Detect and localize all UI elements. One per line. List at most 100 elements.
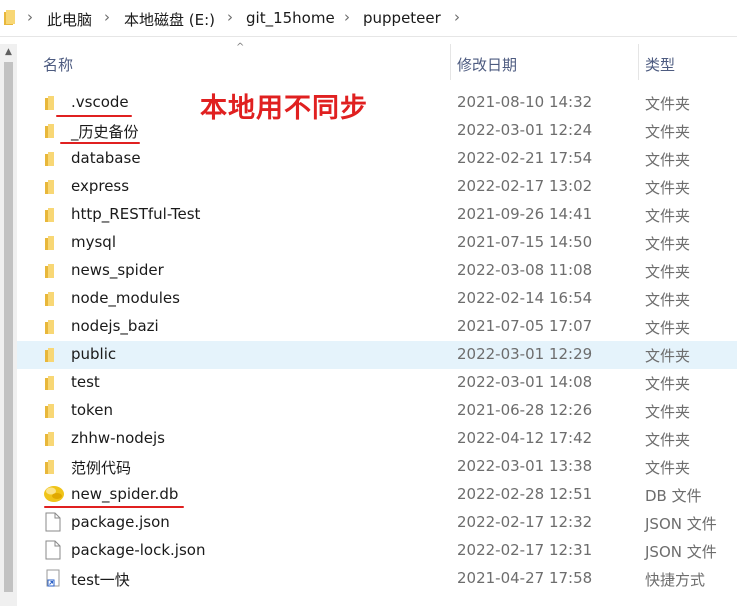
file-name[interactable]: node_modules [71, 289, 180, 307]
breadcrumb-drive[interactable]: 本地磁盘 (E:) [124, 9, 215, 30]
file-row[interactable]: 范例代码 2022-03-01 13:38 文件夹 [17, 453, 737, 481]
file-modified-date: 2022-02-17 12:32 [457, 513, 593, 531]
file-row[interactable]: .vscode 2021-08-10 14:32 文件夹 [17, 89, 737, 117]
file-modified-date: 2022-02-28 12:51 [457, 485, 593, 503]
file-type: 文件夹 [645, 95, 691, 113]
file-row[interactable]: _历史备份 2022-03-01 12:24 文件夹 [17, 117, 737, 145]
file-type: 文件夹 [645, 403, 691, 421]
file-type: 文件夹 [645, 347, 691, 365]
sort-ascending-icon: ^ [236, 42, 245, 53]
file-name[interactable]: nodejs_bazi [71, 317, 159, 335]
annotation-underline [56, 115, 132, 117]
file-name[interactable]: public [71, 345, 116, 363]
file-row[interactable]: express 2022-02-17 13:02 文件夹 [17, 173, 737, 201]
file-modified-date: 2021-06-28 12:26 [457, 401, 593, 419]
breadcrumb-git-15home[interactable]: git_15home [246, 9, 335, 27]
file-modified-date: 2022-02-21 17:54 [457, 149, 593, 167]
shortcut-icon [45, 569, 63, 587]
vertical-scrollbar[interactable]: ▲ [0, 44, 17, 606]
file-row[interactable]: new_spider.db 2022-02-28 12:51 DB 文件 [17, 481, 737, 509]
file-modified-date: 2022-03-01 13:38 [457, 457, 593, 475]
annotation-underline [44, 506, 184, 508]
chevron-right-icon: › [344, 8, 350, 26]
file-row[interactable]: public 2022-03-01 12:29 文件夹 [17, 341, 737, 369]
file-modified-date: 2021-07-15 14:50 [457, 233, 593, 251]
column-divider[interactable] [450, 44, 451, 80]
column-divider[interactable] [638, 44, 639, 80]
folder-icon [44, 95, 62, 111]
scrollbar-thumb[interactable] [4, 62, 13, 592]
file-name[interactable]: .vscode [71, 93, 129, 111]
file-name[interactable]: package.json [71, 513, 170, 531]
file-type: DB 文件 [645, 487, 702, 505]
file-row[interactable]: database 2022-02-21 17:54 文件夹 [17, 145, 737, 173]
breadcrumb-puppeteer[interactable]: puppeteer [363, 9, 441, 27]
file-row[interactable]: token 2021-06-28 12:26 文件夹 [17, 397, 737, 425]
folder-icon [44, 179, 62, 195]
file-row[interactable]: nodejs_bazi 2021-07-05 17:07 文件夹 [17, 313, 737, 341]
breadcrumb-this-pc[interactable]: 此电脑 [47, 9, 92, 30]
file-name[interactable]: new_spider.db [71, 485, 178, 503]
folder-icon [44, 319, 62, 335]
folder-icon [44, 459, 62, 475]
file-row[interactable]: test一快 2021-04-27 17:58 快捷方式 [17, 565, 737, 593]
file-name[interactable]: test [71, 373, 100, 391]
file-modified-date: 2022-02-17 12:31 [457, 541, 593, 559]
file-type: JSON 文件 [645, 543, 717, 561]
file-name[interactable]: _历史备份 [71, 121, 139, 142]
file-type: 文件夹 [645, 235, 691, 253]
folder-icon [44, 235, 62, 251]
document-icon [45, 512, 63, 532]
folder-icon [44, 263, 62, 279]
file-row[interactable]: node_modules 2022-02-14 16:54 文件夹 [17, 285, 737, 313]
file-name[interactable]: express [71, 177, 129, 195]
file-row[interactable]: news_spider 2022-03-08 11:08 文件夹 [17, 257, 737, 285]
folder-icon [44, 347, 62, 363]
file-name[interactable]: 范例代码 [71, 457, 131, 478]
file-type: 文件夹 [645, 151, 691, 169]
file-modified-date: 2022-04-12 17:42 [457, 429, 593, 447]
file-type: 文件夹 [645, 291, 691, 309]
file-name[interactable]: test一快 [71, 569, 130, 590]
file-type: JSON 文件 [645, 515, 717, 533]
file-row[interactable]: zhhw-nodejs 2022-04-12 17:42 文件夹 [17, 425, 737, 453]
file-type: 文件夹 [645, 263, 691, 281]
document-icon [45, 540, 63, 560]
folder-icon [44, 207, 62, 223]
folder-icon [4, 10, 15, 25]
scroll-up-arrow-icon[interactable]: ▲ [0, 44, 17, 61]
folder-icon [44, 403, 62, 419]
file-row[interactable]: http_RESTful-Test 2021-09-26 14:41 文件夹 [17, 201, 737, 229]
file-name[interactable]: zhhw-nodejs [71, 429, 165, 447]
column-header-bar: ^ 名称 修改日期 类型 [17, 42, 737, 84]
address-bar[interactable]: › 此电脑 › 本地磁盘 (E:) › git_15home › puppete… [0, 0, 737, 37]
file-modified-date: 2022-02-14 16:54 [457, 289, 593, 307]
file-modified-date: 2022-03-01 12:29 [457, 345, 593, 363]
file-name[interactable]: mysql [71, 233, 116, 251]
file-row[interactable]: mysql 2021-07-15 14:50 文件夹 [17, 229, 737, 257]
file-type: 文件夹 [645, 319, 691, 337]
column-header-type[interactable]: 类型 [645, 54, 675, 75]
file-modified-date: 2022-03-01 14:08 [457, 373, 593, 391]
file-type: 文件夹 [645, 431, 691, 449]
file-name[interactable]: package-lock.json [71, 541, 205, 559]
file-type: 文件夹 [645, 375, 691, 393]
file-modified-date: 2022-03-08 11:08 [457, 261, 593, 279]
file-name[interactable]: http_RESTful-Test [71, 205, 200, 223]
column-header-name[interactable]: 名称 [43, 54, 73, 75]
folder-icon [44, 375, 62, 391]
file-modified-date: 2021-08-10 14:32 [457, 93, 593, 111]
annotation-text: 本地用不同步 [200, 93, 368, 124]
file-modified-date: 2022-02-17 13:02 [457, 177, 593, 195]
file-row[interactable]: package-lock.json 2022-02-17 12:31 JSON 文件 [17, 537, 737, 565]
file-name[interactable]: news_spider [71, 261, 164, 279]
file-name[interactable]: database [71, 149, 141, 167]
chevron-right-icon: › [227, 8, 233, 26]
file-list: .vscode 2021-08-10 14:32 文件夹 _历史备份 2022-03-0… [17, 89, 737, 593]
file-row[interactable]: package.json 2022-02-17 12:32 JSON 文件 [17, 509, 737, 537]
file-name[interactable]: token [71, 401, 113, 419]
column-header-date[interactable]: 修改日期 [457, 54, 517, 75]
folder-icon [44, 291, 62, 307]
folder-icon [44, 431, 62, 447]
file-row[interactable]: test 2022-03-01 14:08 文件夹 [17, 369, 737, 397]
